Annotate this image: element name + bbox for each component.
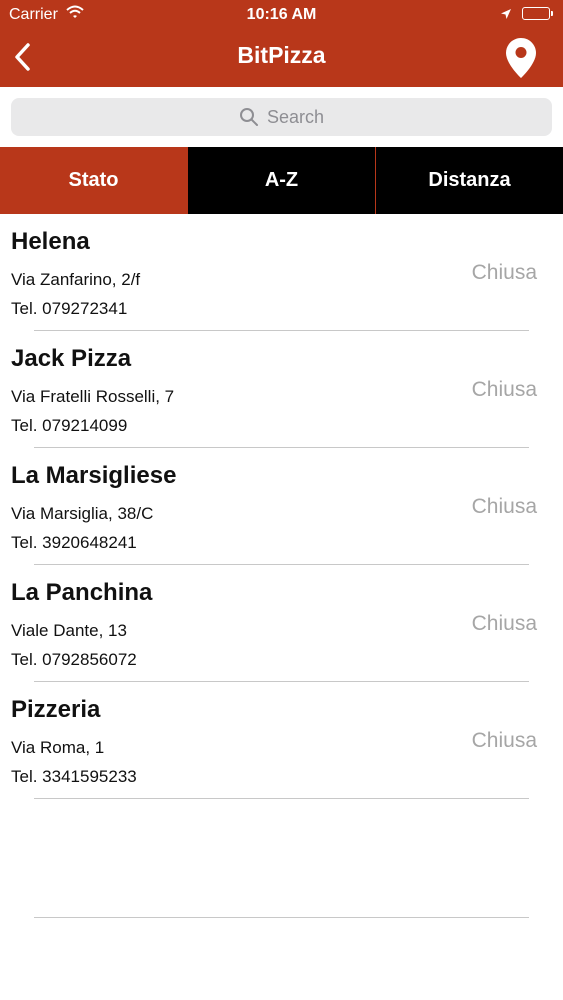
search-icon bbox=[239, 108, 258, 126]
list-item[interactable]: Jack Pizza Via Fratelli Rosselli, 7 Tel.… bbox=[0, 331, 563, 448]
pizzeria-name: Jack Pizza bbox=[11, 345, 132, 372]
status-time: 10:16 AM bbox=[246, 6, 317, 23]
search-input[interactable]: Search bbox=[11, 98, 552, 136]
pizzeria-address: Via Marsiglia, 38/C bbox=[11, 504, 154, 523]
list-item[interactable]: La Marsigliese Via Marsiglia, 38/C Tel. … bbox=[0, 448, 563, 565]
pizzeria-list: Helena Via Zanfarino, 2/f Tel. 079272341… bbox=[0, 214, 563, 799]
location-arrow-icon bbox=[500, 7, 512, 25]
list-item[interactable]: La Panchina Viale Dante, 13 Tel. 0792856… bbox=[0, 565, 563, 682]
map-pin-icon bbox=[506, 38, 536, 78]
pizzeria-address: Via Roma, 1 bbox=[11, 738, 105, 757]
tab-a-z[interactable]: A-Z bbox=[187, 147, 375, 214]
tab-distanza[interactable]: Distanza bbox=[375, 147, 563, 214]
status-label: Chiusa bbox=[471, 378, 537, 401]
tab-stato[interactable]: Stato bbox=[0, 147, 187, 214]
segmented-tabs: Stato A-Z Distanza bbox=[0, 147, 563, 214]
page-title: BitPizza bbox=[237, 42, 326, 68]
search-area: Search bbox=[0, 87, 563, 147]
list-item[interactable]: Pizzeria Via Roma, 1 Tel. 3341595233 Chi… bbox=[0, 682, 563, 799]
pizzeria-address: Viale Dante, 13 bbox=[11, 621, 127, 640]
status-label: Chiusa bbox=[471, 261, 537, 284]
battery-icon bbox=[522, 7, 553, 20]
navigation-bar: Carrier 10:16 AM BitPizza bbox=[0, 0, 563, 87]
pizzeria-address: Via Fratelli Rosselli, 7 bbox=[11, 387, 175, 406]
pizzeria-name: Helena bbox=[11, 228, 90, 255]
list-item[interactable]: Helena Via Zanfarino, 2/f Tel. 079272341… bbox=[0, 214, 563, 331]
pizzeria-phone: Tel. 3920648241 bbox=[11, 533, 137, 552]
pizzeria-address: Via Zanfarino, 2/f bbox=[11, 270, 141, 289]
map-button[interactable] bbox=[505, 37, 537, 84]
status-label: Chiusa bbox=[471, 495, 537, 518]
pizzeria-phone: Tel. 0792856072 bbox=[11, 650, 137, 669]
search-placeholder: Search bbox=[266, 106, 325, 127]
pizzeria-name: La Marsigliese bbox=[11, 462, 177, 489]
status-bar: Carrier 10:16 AM bbox=[0, 0, 563, 30]
pizzeria-phone: Tel. 079214099 bbox=[11, 416, 128, 435]
pizzeria-name: La Panchina bbox=[11, 579, 153, 606]
pizzeria-name: Pizzeria bbox=[11, 696, 101, 723]
status-label: Chiusa bbox=[471, 612, 537, 635]
row-separator bbox=[34, 798, 529, 799]
pizzeria-phone: Tel. 3341595233 bbox=[11, 767, 137, 786]
pizzeria-phone: Tel. 079272341 bbox=[11, 299, 128, 318]
status-label: Chiusa bbox=[471, 729, 537, 752]
empty-row-separator bbox=[34, 917, 529, 918]
